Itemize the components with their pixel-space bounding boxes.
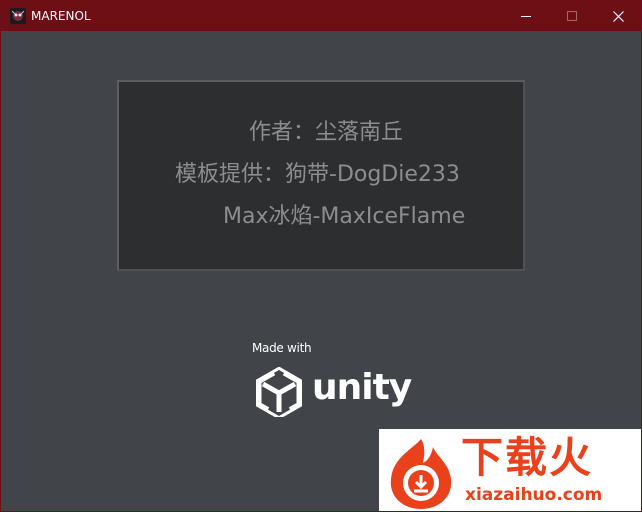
watermark-logo-icon — [390, 439, 452, 509]
credits-panel: 作者：尘落南丘 模板提供：狗带-DogDie233 Max冰焰-MaxIceFl… — [117, 80, 525, 271]
author-credit: 作者：尘落南丘 — [249, 120, 404, 145]
maximize-icon — [567, 11, 577, 21]
watermark-domain: xiazaihuo.com — [465, 485, 603, 505]
unity-wordmark: unity — [312, 367, 412, 408]
watermark-badge: 下载火 xiazaihuo.com — [379, 429, 641, 511]
window-title: MARENOL — [31, 9, 91, 23]
maximize-button[interactable] — [549, 1, 595, 31]
close-icon — [612, 10, 624, 22]
made-with-label: Made with — [252, 341, 312, 355]
max-credit: Max冰焰-MaxIceFlame — [223, 204, 466, 229]
app-window: MARENOL 作者：尘落南丘 模板提供：狗带-DogDie233 Max冰焰-… — [0, 0, 642, 512]
title-bar[interactable]: MARENOL — [1, 1, 641, 31]
close-button[interactable] — [595, 1, 641, 31]
unity-logo-icon — [256, 367, 302, 417]
minimize-button[interactable] — [503, 1, 549, 31]
watermark-brand: 下载火 — [461, 433, 594, 482]
minimize-icon — [521, 16, 531, 17]
app-icon — [10, 8, 26, 24]
template-credit: 模板提供：狗带-DogDie233 — [175, 162, 460, 187]
